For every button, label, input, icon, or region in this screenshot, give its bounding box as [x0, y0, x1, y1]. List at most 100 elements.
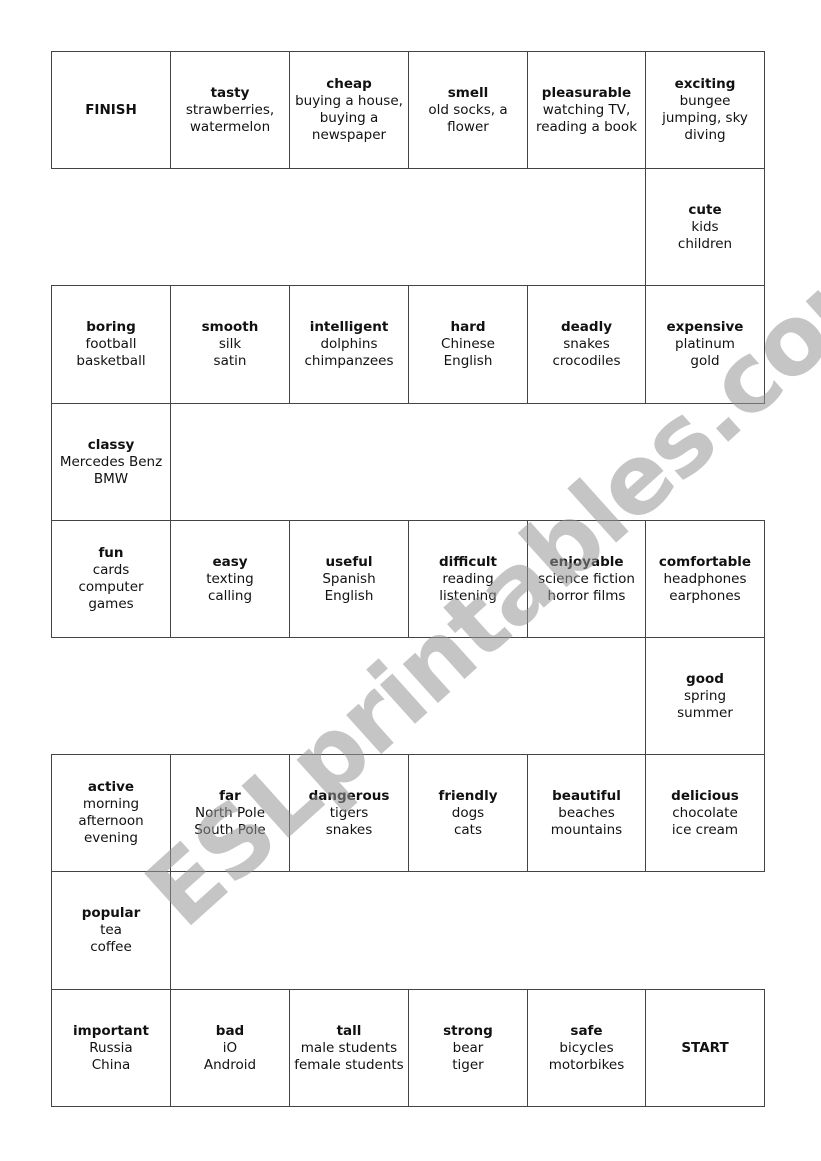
square-example: basketball: [76, 353, 146, 369]
board-square: easy texting calling: [170, 520, 290, 638]
square-example: evening: [83, 830, 139, 846]
square-example: satin: [213, 353, 247, 369]
square-title: smooth: [201, 319, 259, 335]
square-example: cats: [453, 821, 483, 838]
board-square: cheap buying a house, buying a newspaper: [289, 51, 409, 169]
square-title: active: [87, 779, 135, 795]
square-example: watching TV,: [542, 101, 631, 118]
square-example: coffee: [90, 939, 132, 955]
square-example: silk: [218, 336, 242, 352]
square-example: North Pole: [194, 804, 266, 821]
square-example: female students: [294, 1056, 404, 1073]
board-square: important Russia China: [51, 989, 171, 1107]
square-title: tall: [336, 1022, 362, 1039]
square-title: popular: [81, 905, 141, 921]
square-example: science fiction: [538, 570, 635, 587]
square-example: afternoon: [78, 813, 144, 829]
game-board: FINISH tasty strawberries, watermelon cheap b…: [0, 0, 821, 1161]
square-example: reading: [442, 570, 494, 587]
board-square: beautiful beaches mountains: [527, 754, 646, 872]
square-example: newspaper: [311, 127, 387, 143]
square-example: mountains: [550, 821, 623, 838]
square-example: China: [91, 1056, 131, 1073]
board-square: deadly snakes crocodiles: [527, 285, 646, 404]
square-title: boring: [86, 319, 136, 335]
board-square: comfortable headphones earphones: [645, 520, 765, 638]
board-square: far North Pole South Pole: [170, 754, 290, 872]
board-square: expensive platinum gold: [645, 285, 765, 404]
square-example: bicycles: [559, 1039, 614, 1056]
square-title: beautiful: [552, 787, 621, 804]
square-title: cute: [688, 201, 722, 218]
square-title: pleasurable: [541, 84, 632, 101]
square-example: headphones: [663, 570, 747, 587]
square-title: hard: [450, 319, 486, 335]
square-example: tiger: [452, 1056, 484, 1073]
square-example: horror films: [547, 587, 626, 604]
square-example: bungee: [679, 93, 731, 109]
board-square: good spring summer: [645, 637, 765, 755]
square-example: gold: [690, 353, 720, 369]
square-title: easy: [212, 553, 248, 570]
square-example: snakes: [563, 336, 610, 352]
board-square: hard Chinese English: [408, 285, 528, 404]
square-example: kids: [691, 218, 719, 235]
square-example: old socks, a: [428, 101, 508, 118]
board-square: popular tea coffee: [51, 871, 171, 990]
square-example: diving: [684, 127, 726, 143]
square-example: male students: [300, 1039, 398, 1056]
square-example: calling: [207, 587, 253, 604]
square-example: strawberries,: [185, 101, 275, 118]
board-square: delicious chocolate ice cream: [645, 754, 765, 872]
square-example: BMW: [93, 470, 129, 487]
square-title: dangerous: [308, 787, 390, 804]
board-square: tasty strawberries, watermelon: [170, 51, 290, 169]
board-square: smell old socks, a flower: [408, 51, 528, 169]
square-example: snakes: [325, 821, 373, 838]
board-square: enjoyable science fiction horror films: [527, 520, 646, 638]
square-title: strong: [443, 1022, 493, 1039]
board-square: difficult reading listening: [408, 520, 528, 638]
square-example: games: [88, 596, 134, 612]
square-example: beaches: [558, 804, 615, 821]
square-example: Chinese: [441, 336, 495, 352]
board-square: smooth silk satin: [170, 285, 290, 404]
square-title: useful: [325, 553, 373, 570]
square-example: tea: [100, 922, 122, 938]
board-square: strong bear tiger: [408, 989, 528, 1107]
square-example: South Pole: [194, 821, 266, 838]
board-square: useful Spanish English: [289, 520, 409, 638]
square-example: summer: [677, 704, 733, 721]
board-square: dangerous tigers snakes: [289, 754, 409, 872]
square-example: football: [85, 336, 137, 352]
board-square: pleasurable watching TV, reading a book: [527, 51, 646, 169]
square-title: smell: [447, 84, 489, 101]
square-example: reading a book: [535, 118, 638, 135]
square-title: deadly: [560, 319, 613, 335]
square-example: buying a house,: [295, 93, 403, 109]
square-example: chocolate: [672, 804, 738, 821]
square-example: earphones: [669, 587, 741, 604]
board-square: active morning afternoon evening: [51, 754, 171, 872]
square-example: spring: [683, 687, 727, 704]
square-title: START: [681, 1039, 729, 1056]
board-square: FINISH: [51, 51, 171, 169]
square-example: Android: [203, 1056, 257, 1073]
board-square: cute kids children: [645, 168, 765, 286]
square-example: chimpanzees: [304, 353, 394, 369]
board-square: intelligent dolphins chimpanzees: [289, 285, 409, 404]
square-example: cards: [92, 562, 130, 578]
square-example: dolphins: [320, 336, 378, 352]
square-title: difficult: [438, 553, 498, 570]
square-title: fun: [98, 545, 124, 561]
square-title: far: [219, 787, 241, 804]
square-example: tigers: [329, 804, 369, 821]
square-title: tasty: [210, 84, 250, 101]
square-example: computer: [78, 579, 144, 595]
square-example: Spanish: [322, 570, 376, 587]
square-example: Russia: [89, 1039, 133, 1056]
board-square: fun cards computer games: [51, 520, 171, 638]
square-title: important: [73, 1022, 149, 1039]
square-example: texting: [206, 570, 254, 587]
square-title: delicious: [671, 787, 739, 804]
